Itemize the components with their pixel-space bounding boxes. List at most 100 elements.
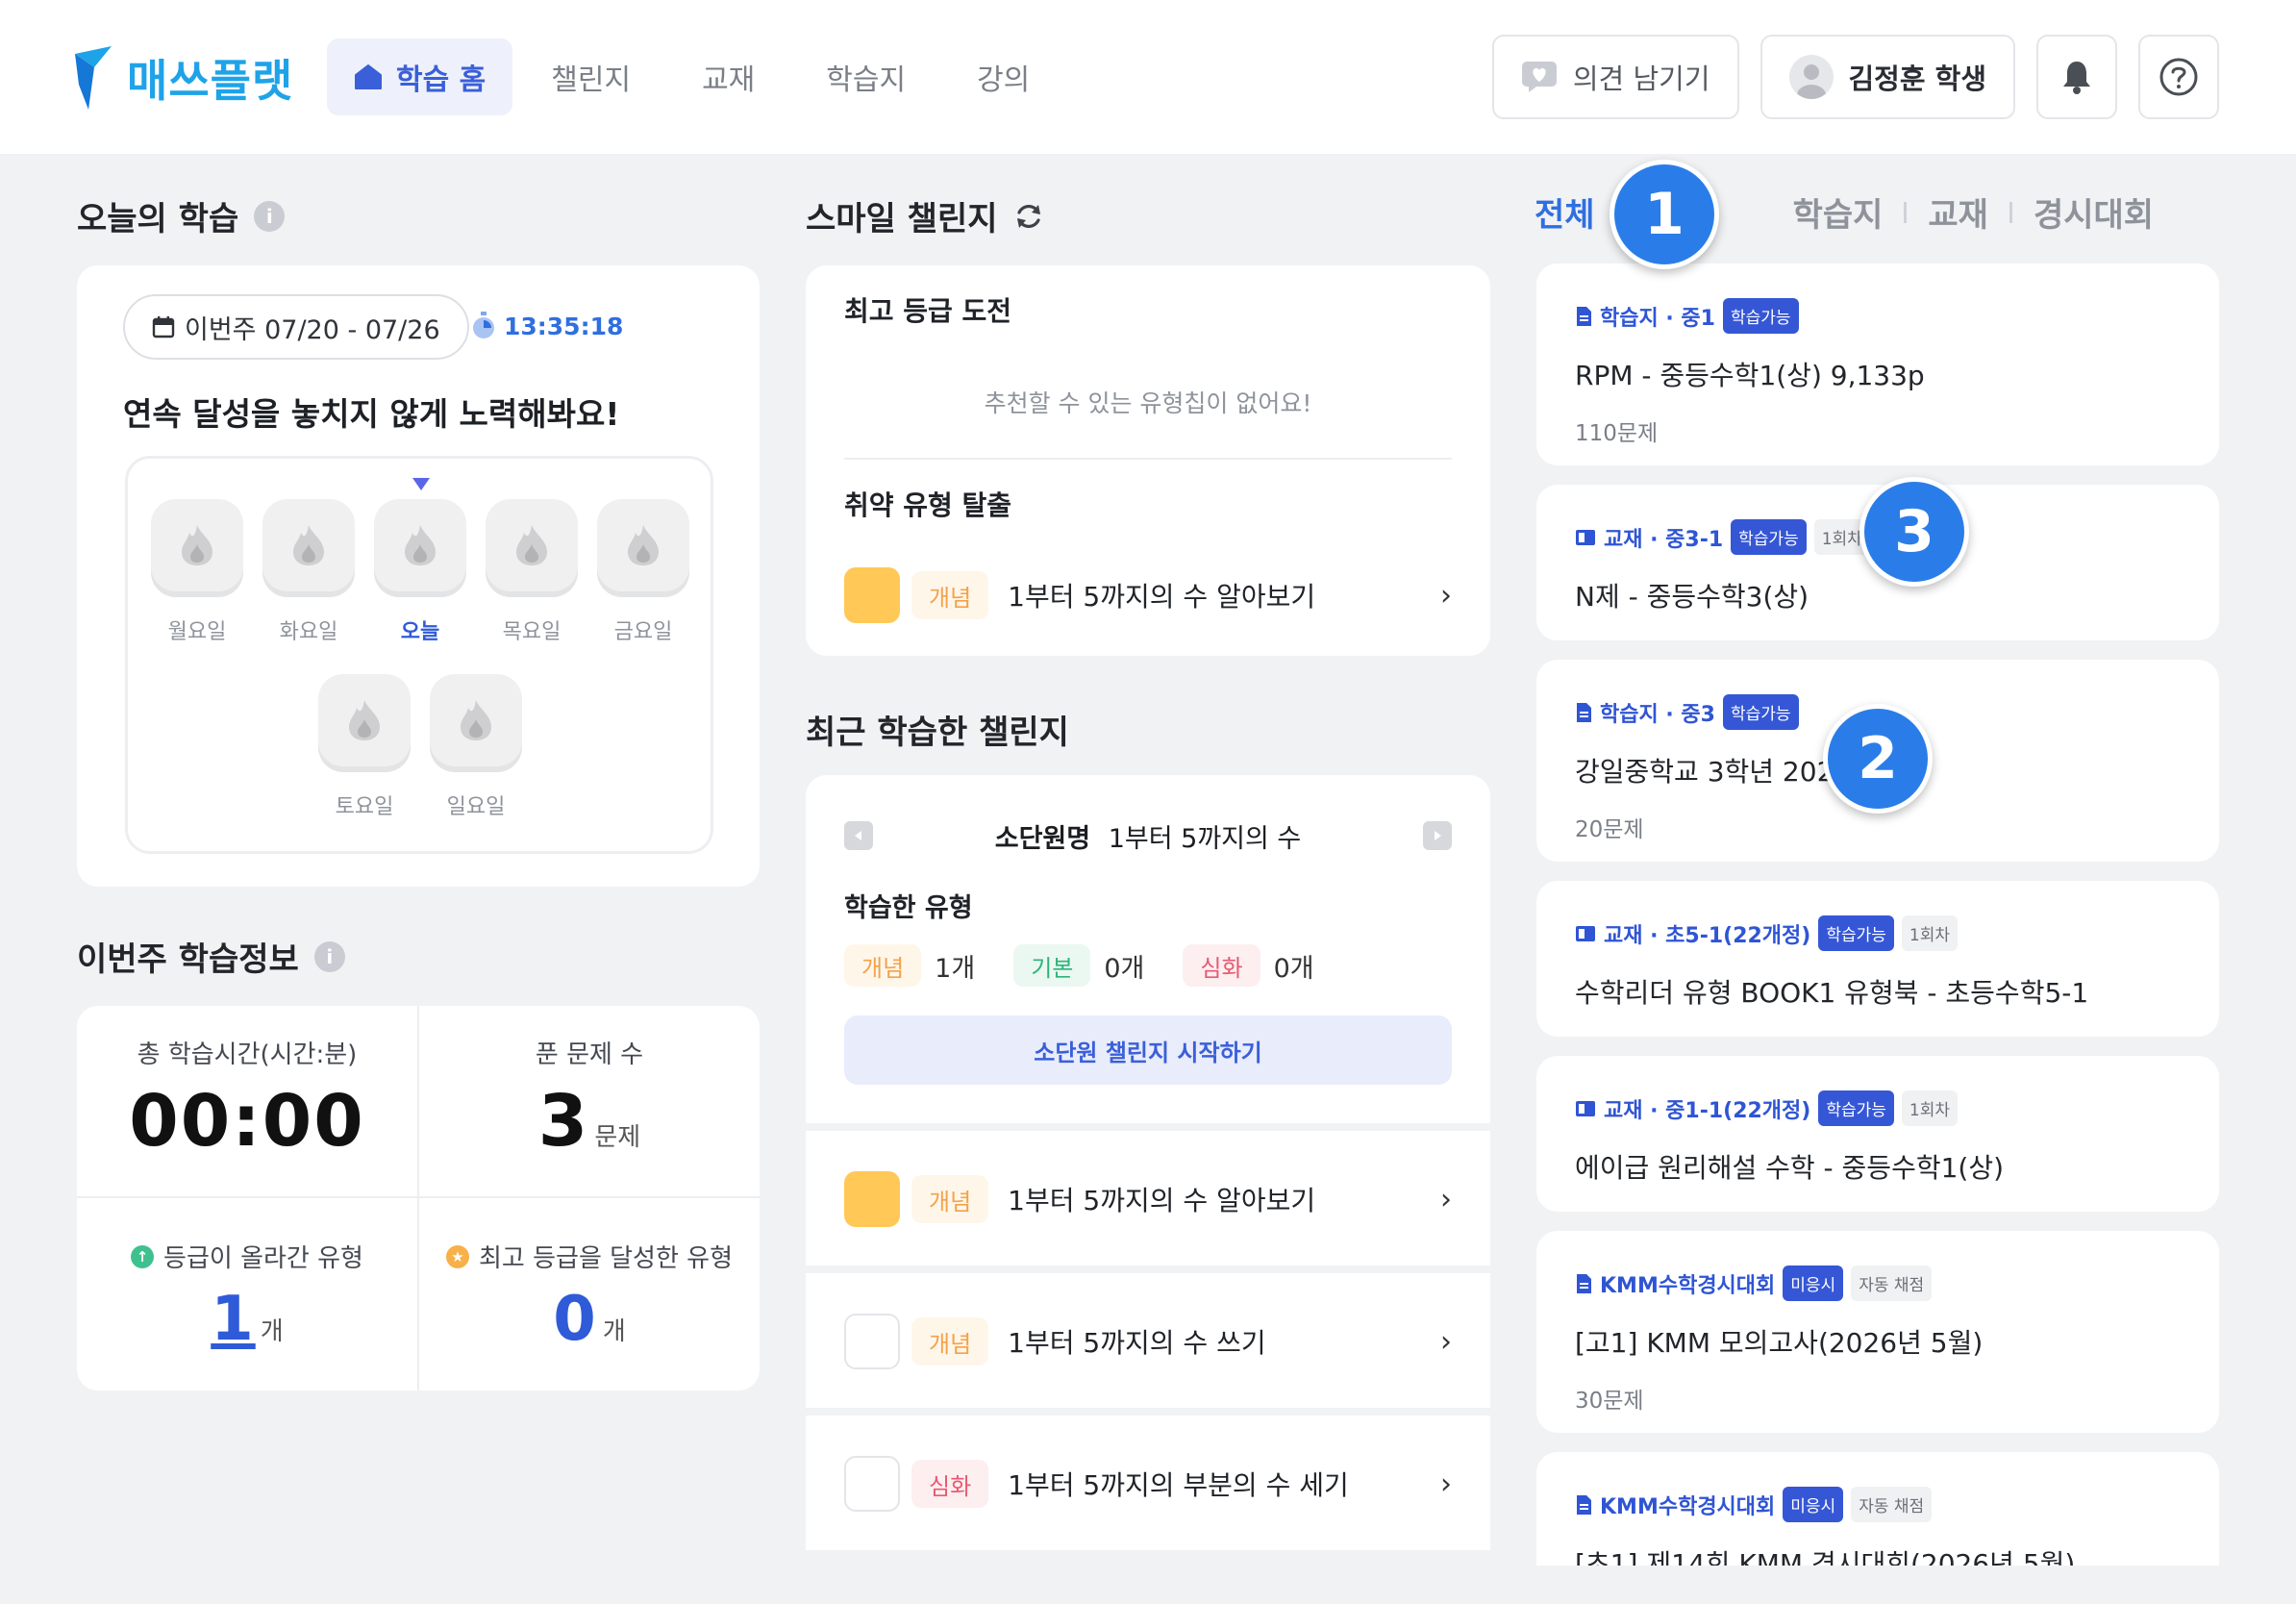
logo[interactable]: 매쓰플랫 [75, 46, 293, 110]
divider [2009, 201, 2012, 223]
assignment-meta: 교재 · 초5-1(22개정) 학습가능 1회차 [1575, 915, 2181, 951]
assignment-kind: KMM수학경시대회 [1600, 1494, 1776, 1519]
auto-grading-badge: 자동 채점 [1851, 1487, 1933, 1522]
start-unit-challenge-button[interactable]: 소단원 챌린지 시작하기 [844, 1015, 1452, 1085]
flame-icon [374, 499, 466, 591]
unit-name: 1부터 5까지의 수 [1108, 824, 1302, 854]
feedback-button[interactable]: 의견 남기기 [1491, 35, 1739, 119]
motivation-message: 연속 달성을 놓치지 않게 노력해봐요! [123, 395, 620, 433]
flame-icon [151, 499, 243, 591]
notification-button[interactable] [2036, 35, 2117, 119]
recent-item-card[interactable]: 개념 1부터 5까지의 수 알아보기 › [806, 1131, 1490, 1266]
nav-worksheet[interactable]: 학습지 [793, 38, 938, 115]
stat-value[interactable]: 1 [211, 1284, 256, 1355]
chevron-right-icon: › [1440, 1182, 1452, 1216]
tag-concept: 개념 [844, 944, 922, 987]
timer-text: 13:35:18 [504, 312, 624, 340]
smile-card: 최고 등급 도전 추천할 수 있는 유형칩이 없어요! 취약 유형 탈출 개념 … [806, 265, 1490, 656]
day-saturday: 토요일 [318, 674, 411, 820]
main-nav: 학습 홈 챌린지 교재 학습지 강의 [327, 38, 1062, 115]
day-label: 오늘 [400, 620, 440, 644]
tag-deep: 심화 [1183, 944, 1260, 987]
user-icon [1796, 64, 1826, 99]
recent-item-card[interactable]: 개념 1부터 5까지의 수 쓰기 › [806, 1273, 1490, 1408]
help-button[interactable] [2138, 35, 2219, 119]
filter-tab-textbook[interactable]: 교재 [1928, 188, 1988, 236]
nav-textbook[interactable]: 교재 [669, 38, 787, 115]
tag-concept: 개념 [911, 1175, 989, 1223]
stat-label: 최고 등급을 달성한 유형 [479, 1244, 733, 1273]
assignment-kind: KMM수학경시대회 [1600, 1273, 1776, 1298]
nav-challenge[interactable]: 챌린지 [518, 38, 663, 115]
assignment-card[interactable]: KMM수학경시대회 미응시 자동 채점 [고1] KMM 모의고사(2026년 … [1536, 1231, 2219, 1433]
user-profile-button[interactable]: 김정훈 학생 [1759, 35, 2015, 119]
stat-total-time: 총 학습시간(시간:분) 00:00 [77, 1035, 417, 1163]
filter-tab-contest[interactable]: 경시대회 [2034, 188, 2154, 236]
nav-home[interactable]: 학습 홈 [327, 38, 513, 115]
next-arrow-icon[interactable] [1423, 821, 1452, 850]
assignment-card[interactable]: 교재 · 중1-1(22개정) 학습가능 1회차 에이급 원리해설 수학 - 중… [1536, 1056, 2219, 1212]
stat-label: 총 학습시간(시간:분) [137, 1040, 358, 1069]
weak-type-item[interactable]: 개념 1부터 5까지의 수 알아보기 › [844, 567, 1452, 623]
weekly-stats-card: 총 학습시간(시간:분) 00:00 푼 문제 수 3 문제 ↑ 등급이 올라간… [77, 1006, 760, 1391]
item-text: 1부터 5까지의 부분의 수 세기 [1008, 1469, 1349, 1501]
filter-tab-worksheet[interactable]: 학습지 [1793, 188, 1884, 236]
day-label: 목요일 [502, 620, 562, 644]
recent-unit-card: 소단원명 1부터 5까지의 수 학습한 유형 개념 1개 기본 0개 심화 0개… [806, 775, 1490, 1123]
recent-item[interactable]: 개념 1부터 5까지의 수 쓰기 › [844, 1314, 1452, 1369]
flame-icon [430, 674, 522, 766]
recent-item[interactable]: 심화 1부터 5까지의 부분의 수 세기 › [844, 1456, 1452, 1512]
stat-value: 00:00 [129, 1080, 365, 1163]
stat-label: 등급이 올라간 유형 [163, 1244, 363, 1273]
status-badge: 미응시 [1783, 1266, 1844, 1301]
weak-type-label: 취약 유형 탈출 [844, 489, 1012, 521]
status-badge: 학습가능 [1818, 915, 1894, 951]
color-swatch [844, 567, 900, 623]
empty-message: 추천할 수 있는 유형칩이 없어요! [984, 389, 1312, 417]
assignment-list[interactable]: 학습지 · 중1 학습가능 RPM - 중등수학1(상) 9,133p 110문… [1536, 263, 2219, 1566]
stopwatch-icon [473, 312, 494, 338]
best-grade-label: 최고 등급 도전 [844, 295, 1012, 327]
count-value: 0개 [1273, 953, 1314, 984]
stat-unit: 문제 [594, 1123, 641, 1152]
chevron-right-icon: › [1440, 1324, 1452, 1359]
day-monday: 월요일 [151, 499, 243, 645]
unit-name-row: 소단원명 1부터 5까지의 수 [806, 817, 1490, 855]
assignment-card[interactable]: 교재 · 초5-1(22개정) 학습가능 1회차 수학리더 유형 BOOK1 유… [1536, 881, 2219, 1037]
assignment-meta: 교재 · 중1-1(22개정) 학습가능 1회차 [1575, 1090, 2181, 1126]
status-badge: 미응시 [1783, 1487, 1844, 1522]
recent-item-card[interactable]: 심화 1부터 5까지의 부분의 수 세기 › [806, 1416, 1490, 1550]
info-icon[interactable]: i [313, 940, 345, 972]
auto-grading-badge: 자동 채점 [1851, 1266, 1933, 1301]
studied-counts: 개념 1개 기본 0개 심화 0개 [844, 944, 1314, 987]
bell-icon [2063, 62, 2090, 94]
stat-label-row: ★ 최고 등급을 달성한 유형 [419, 1239, 760, 1274]
day-friday: 금요일 [597, 499, 689, 645]
stat-unit: 개 [602, 1317, 626, 1346]
calendar-icon [152, 316, 175, 338]
assignment-sub: 30문제 [1575, 1389, 1644, 1414]
item-text: 1부터 5까지의 수 알아보기 [1008, 1185, 1316, 1216]
star-icon: ★ [446, 1244, 469, 1268]
assignment-card[interactable]: KMM수학경시대회 미응시 자동 채점 [초1] 제14회 KMM 경시대회(2… [1536, 1452, 2219, 1566]
study-timer: 13:35:18 [471, 312, 623, 340]
stat-value: 3 [537, 1080, 590, 1163]
help-icon [2159, 58, 2198, 96]
filter-tab-all[interactable]: 전체 [1535, 188, 1595, 236]
tag-concept: 개념 [911, 571, 989, 619]
tag-deep: 심화 [911, 1460, 989, 1508]
info-icon[interactable]: i [254, 200, 286, 232]
refresh-icon[interactable] [1013, 201, 1044, 232]
assignment-card[interactable]: 학습지 · 중1 학습가능 RPM - 중등수학1(상) 9,133p 110문… [1536, 263, 2219, 465]
tag-concept: 개념 [911, 1317, 989, 1366]
stat-label-row: ↑ 등급이 올라간 유형 [77, 1239, 417, 1274]
nav-lecture[interactable]: 강의 [944, 38, 1062, 115]
assignment-meta: KMM수학경시대회 미응시 자동 채점 [1575, 1487, 2181, 1522]
week-range-pill[interactable]: 이번주 07/20 - 07/26 [123, 294, 469, 360]
recent-item[interactable]: 개념 1부터 5까지의 수 알아보기 › [844, 1171, 1452, 1227]
assignment-kind: 학습지 · 중1 [1600, 306, 1715, 331]
chevron-right-icon: › [1440, 578, 1452, 613]
feedback-label: 의견 남기기 [1572, 63, 1710, 95]
today-card: 이번주 07/20 - 07/26 13:35:18 연속 달성을 놓치지 않게… [77, 265, 760, 887]
week-range-text: 이번주 07/20 - 07/26 [185, 314, 440, 345]
